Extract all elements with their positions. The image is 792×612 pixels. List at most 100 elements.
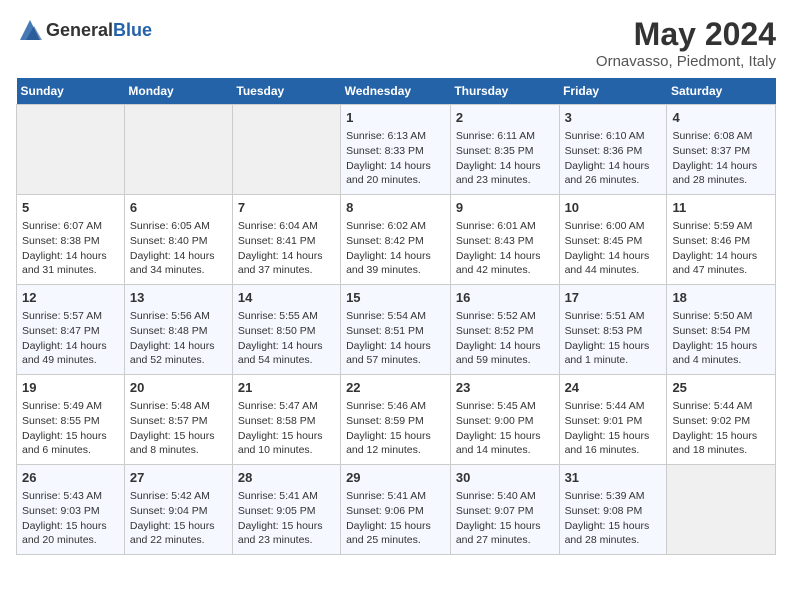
calendar-week-row: 19Sunrise: 5:49 AM Sunset: 8:55 PM Dayli… [17,375,776,465]
day-info: Sunrise: 6:05 AM Sunset: 8:40 PM Dayligh… [130,219,227,278]
day-number: 30 [456,469,554,487]
calendar-cell: 11 Sunrise: 5:59 AM Sunset: 8:46 PM Dayli… [667,195,776,285]
calendar-cell: 20 Sunrise: 5:48 AM Sunset: 8:57 PM Dayli… [124,375,232,465]
day-number: 18 [672,289,770,307]
calendar-week-row: 26Sunrise: 5:43 AM Sunset: 9:03 PM Dayli… [17,465,776,555]
weekday-header: Wednesday [341,78,451,105]
calendar-cell: 18Sunrise: 5:50 AM Sunset: 8:54 PM Dayli… [667,285,776,375]
day-info: Sunrise: 5:51 AM Sunset: 8:53 PM Dayligh… [565,309,662,368]
calendar-week-row: 1Sunrise: 6:13 AM Sunset: 8:33 PM Daylig… [17,105,776,195]
logo-icon [16,16,44,44]
calendar-cell: 30Sunrise: 5:40 AM Sunset: 9:07 PM Dayli… [450,465,559,555]
page-header: GeneralBlue May 2024 Ornavasso, Piedmont… [16,16,776,70]
day-number: 31 [565,469,662,487]
day-info: Sunrise: 6:07 AM Sunset: 8:38 PM Dayligh… [22,219,119,278]
calendar-table: SundayMondayTuesdayWednesdayThursdayFrid… [16,78,776,555]
day-info: Sunrise: 5:45 AM Sunset: 9:00 PM Dayligh… [456,399,554,458]
day-number: 29 [346,469,445,487]
calendar-cell: 26Sunrise: 5:43 AM Sunset: 9:03 PM Dayli… [17,465,125,555]
calendar-cell: 3 Sunrise: 6:10 AM Sunset: 8:36 PM Daylig… [559,105,667,195]
weekday-header: Sunday [17,78,125,105]
day-number: 12 [22,289,119,307]
calendar-cell: 6 Sunrise: 6:05 AM Sunset: 8:40 PM Daylig… [124,195,232,285]
calendar-cell [667,465,776,555]
day-info: Sunrise: 6:04 AM Sunset: 8:41 PM Dayligh… [238,219,335,278]
day-number: 16 [456,289,554,307]
title-block: May 2024 Ornavasso, Piedmont, Italy [596,16,776,70]
day-info: Sunrise: 5:59 AM Sunset: 8:46 PM Dayligh… [672,219,770,278]
weekday-header: Saturday [667,78,776,105]
day-info: Sunrise: 5:55 AM Sunset: 8:50 PM Dayligh… [238,309,335,368]
weekday-header: Friday [559,78,667,105]
calendar-cell: 5 Sunrise: 6:07 AM Sunset: 8:38 PM Daylig… [17,195,125,285]
day-info: Sunrise: 5:47 AM Sunset: 8:58 PM Dayligh… [238,399,335,458]
calendar-cell [17,105,125,195]
weekday-header: Monday [124,78,232,105]
weekday-header: Tuesday [232,78,340,105]
day-info: Sunrise: 5:44 AM Sunset: 9:02 PM Dayligh… [672,399,770,458]
day-number: 17 [565,289,662,307]
calendar-week-row: 12 Sunrise: 5:57 AM Sunset: 8:47 PM Dayli… [17,285,776,375]
day-number: 8 [346,199,445,217]
calendar-cell: 25 Sunrise: 5:44 AM Sunset: 9:02 PM Dayli… [667,375,776,465]
day-number: 20 [130,379,227,397]
day-number: 1 [346,109,445,127]
calendar-cell: 22Sunrise: 5:46 AM Sunset: 8:59 PM Dayli… [341,375,451,465]
day-number: 3 [565,109,662,127]
calendar-cell: 23 Sunrise: 5:45 AM Sunset: 9:00 PM Dayli… [450,375,559,465]
day-info: Sunrise: 5:56 AM Sunset: 8:48 PM Dayligh… [130,309,227,368]
location: Ornavasso, Piedmont, Italy [596,53,776,70]
day-info: Sunrise: 6:11 AM Sunset: 8:35 PM Dayligh… [456,129,554,188]
calendar-cell: 7 Sunrise: 6:04 AM Sunset: 8:41 PM Daylig… [232,195,340,285]
day-info: Sunrise: 5:54 AM Sunset: 8:51 PM Dayligh… [346,309,445,368]
calendar-cell [124,105,232,195]
day-number: 28 [238,469,335,487]
day-info: Sunrise: 6:10 AM Sunset: 8:36 PM Dayligh… [565,129,662,188]
day-info: Sunrise: 5:57 AM Sunset: 8:47 PM Dayligh… [22,309,119,368]
logo-text-general: General [46,20,113,40]
calendar-cell: 28 Sunrise: 5:41 AM Sunset: 9:05 PM Dayli… [232,465,340,555]
weekday-row: SundayMondayTuesdayWednesdayThursdayFrid… [17,78,776,105]
day-number: 25 [672,379,770,397]
calendar-cell: 1Sunrise: 6:13 AM Sunset: 8:33 PM Daylig… [341,105,451,195]
day-number: 11 [672,199,770,217]
calendar-week-row: 5 Sunrise: 6:07 AM Sunset: 8:38 PM Daylig… [17,195,776,285]
calendar-cell: 15Sunrise: 5:54 AM Sunset: 8:51 PM Dayli… [341,285,451,375]
calendar-cell: 29Sunrise: 5:41 AM Sunset: 9:06 PM Dayli… [341,465,451,555]
day-number: 21 [238,379,335,397]
calendar-cell: 12 Sunrise: 5:57 AM Sunset: 8:47 PM Dayli… [17,285,125,375]
calendar-cell: 14 Sunrise: 5:55 AM Sunset: 8:50 PM Dayli… [232,285,340,375]
day-info: Sunrise: 5:52 AM Sunset: 8:52 PM Dayligh… [456,309,554,368]
calendar-cell: 8 Sunrise: 6:02 AM Sunset: 8:42 PM Daylig… [341,195,451,285]
day-info: Sunrise: 5:41 AM Sunset: 9:05 PM Dayligh… [238,489,335,548]
calendar-body: 1Sunrise: 6:13 AM Sunset: 8:33 PM Daylig… [17,105,776,555]
day-number: 24 [565,379,662,397]
calendar-cell: 4Sunrise: 6:08 AM Sunset: 8:37 PM Daylig… [667,105,776,195]
calendar-cell: 13 Sunrise: 5:56 AM Sunset: 8:48 PM Dayli… [124,285,232,375]
calendar-cell: 31 Sunrise: 5:39 AM Sunset: 9:08 PM Dayli… [559,465,667,555]
calendar-cell: 24Sunrise: 5:44 AM Sunset: 9:01 PM Dayli… [559,375,667,465]
day-info: Sunrise: 5:42 AM Sunset: 9:04 PM Dayligh… [130,489,227,548]
calendar-cell: 9Sunrise: 6:01 AM Sunset: 8:43 PM Daylig… [450,195,559,285]
day-info: Sunrise: 5:48 AM Sunset: 8:57 PM Dayligh… [130,399,227,458]
calendar-header: SundayMondayTuesdayWednesdayThursdayFrid… [17,78,776,105]
day-info: Sunrise: 6:02 AM Sunset: 8:42 PM Dayligh… [346,219,445,278]
day-number: 5 [22,199,119,217]
day-info: Sunrise: 5:46 AM Sunset: 8:59 PM Dayligh… [346,399,445,458]
day-info: Sunrise: 6:08 AM Sunset: 8:37 PM Dayligh… [672,129,770,188]
month-year: May 2024 [596,16,776,53]
day-number: 19 [22,379,119,397]
calendar-cell: 19Sunrise: 5:49 AM Sunset: 8:55 PM Dayli… [17,375,125,465]
calendar-cell: 21 Sunrise: 5:47 AM Sunset: 8:58 PM Dayli… [232,375,340,465]
day-number: 14 [238,289,335,307]
day-info: Sunrise: 5:43 AM Sunset: 9:03 PM Dayligh… [22,489,119,548]
logo: GeneralBlue [16,16,152,44]
day-info: Sunrise: 6:01 AM Sunset: 8:43 PM Dayligh… [456,219,554,278]
day-number: 23 [456,379,554,397]
day-number: 6 [130,199,227,217]
calendar-cell: 16 Sunrise: 5:52 AM Sunset: 8:52 PM Dayli… [450,285,559,375]
calendar-cell: 10Sunrise: 6:00 AM Sunset: 8:45 PM Dayli… [559,195,667,285]
day-number: 7 [238,199,335,217]
day-number: 13 [130,289,227,307]
day-info: Sunrise: 5:39 AM Sunset: 9:08 PM Dayligh… [565,489,662,548]
